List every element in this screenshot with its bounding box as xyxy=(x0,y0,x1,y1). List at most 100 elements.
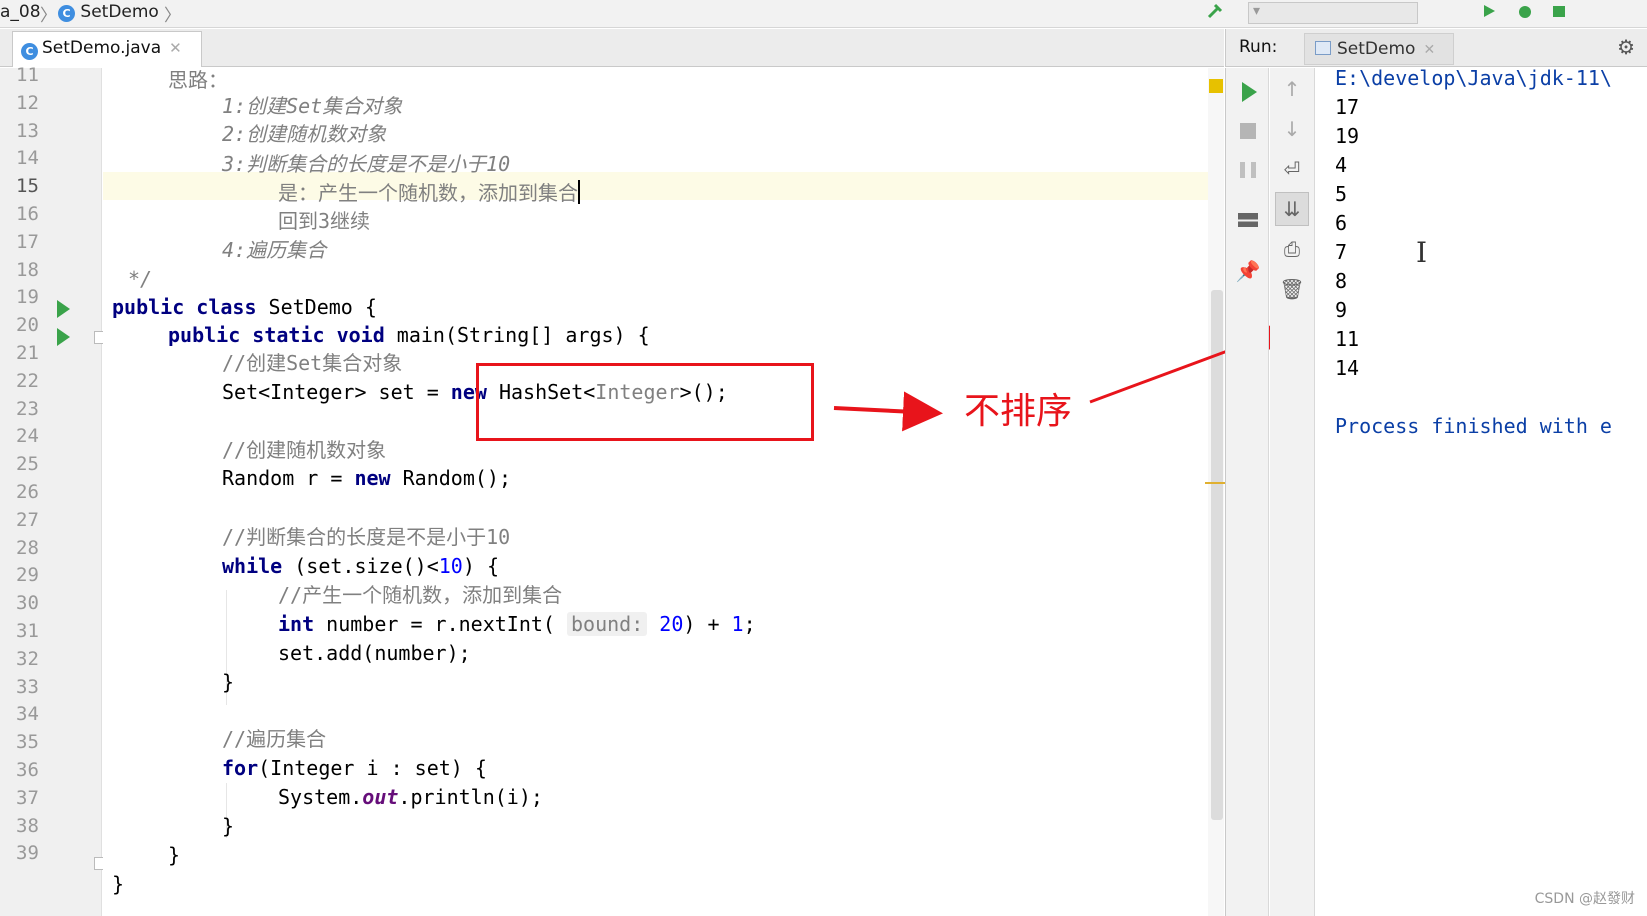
code-line-30: int number = r.nextInt( bound: 20) + 1; xyxy=(278,610,756,638)
line-number: 19 xyxy=(16,286,39,309)
code-text: .println(i); xyxy=(398,785,543,809)
gear-icon[interactable]: ⚙ xyxy=(1617,35,1635,59)
text-caret xyxy=(578,180,580,204)
code-line-12: 1:创建Set集合对象 xyxy=(222,94,403,118)
code-text: SetDemo { xyxy=(256,295,377,319)
run-icon[interactable] xyxy=(1480,2,1498,20)
code-line-11: 思路： xyxy=(168,68,228,92)
console-line: 14 xyxy=(1335,356,1360,380)
layout-icon[interactable] xyxy=(1238,213,1258,227)
keyword: public static void xyxy=(168,323,385,347)
code-text: Random r = xyxy=(222,466,355,490)
line-number: 31 xyxy=(16,620,39,642)
code-line-16: 回到3继续 xyxy=(278,209,371,233)
breadcrumb-module[interactable]: a_08 xyxy=(0,2,41,22)
code-line-21: //创建Set集合对象 xyxy=(222,351,403,375)
editor-tab-bar: C SetDemo.java ✕ xyxy=(0,29,1224,67)
code-line-32: } xyxy=(222,670,235,694)
pin-icon[interactable]: 📌 xyxy=(1233,256,1263,286)
tab-setdemo-java[interactable]: C SetDemo.java ✕ xyxy=(12,31,202,67)
code-line-31: set.add(number); xyxy=(278,641,471,665)
code-text: ; xyxy=(743,612,756,636)
code-text: (set.size()< xyxy=(282,554,439,578)
keyword: for xyxy=(222,756,259,780)
soft-wrap-icon[interactable]: ⏎ xyxy=(1277,154,1307,184)
run-panel-header: Run: SetDemo ✕ ⚙ xyxy=(1225,29,1647,67)
code-text: System. xyxy=(278,785,363,809)
print-icon[interactable]: ⎙ xyxy=(1277,234,1307,264)
rerun-icon[interactable] xyxy=(1242,82,1257,102)
annotation-label: 不排序 xyxy=(964,391,1073,432)
console-line: 9 xyxy=(1335,298,1348,322)
line-number: 17 xyxy=(16,230,39,253)
warning-marker-icon[interactable] xyxy=(1209,79,1223,93)
line-number: 32 xyxy=(16,647,39,670)
line-number: 15 xyxy=(16,175,39,198)
code-text: ) + xyxy=(683,612,732,636)
keyword: new xyxy=(354,466,391,490)
down-arrow-icon[interactable]: ↓ xyxy=(1277,114,1307,144)
debug-icon[interactable] xyxy=(1516,2,1534,20)
up-arrow-icon[interactable]: ↑ xyxy=(1277,74,1307,104)
code-text: 是：产生一个随机数，添加到集合 xyxy=(278,181,578,205)
code-line-17: 4:遍历集合 xyxy=(222,238,327,262)
console-output[interactable] xyxy=(1316,68,1647,916)
text-cursor-icon: I xyxy=(1416,236,1428,269)
code-line-25: Random r = new Random(); xyxy=(222,464,511,492)
line-number: 20 xyxy=(16,314,39,337)
run-main-icon[interactable] xyxy=(57,328,70,346)
static-field: out xyxy=(362,785,399,809)
code-line-39: } xyxy=(112,872,125,896)
console-line: 17 xyxy=(1335,95,1360,119)
navigation-bar: a_08 〉 C SetDemo 〉 ▾ xyxy=(0,0,1647,28)
number-literal: 1 xyxy=(731,612,744,636)
class-icon: C xyxy=(21,43,38,60)
run-config-dropdown[interactable]: ▾ xyxy=(1248,2,1418,24)
console-line: 19 xyxy=(1335,124,1360,148)
number-literal: 10 xyxy=(438,554,463,578)
console-line: Process finished with e xyxy=(1335,414,1612,438)
breadcrumb-separator: 〉 xyxy=(40,6,57,26)
line-number: 28 xyxy=(16,536,39,559)
code-text: ) { xyxy=(462,554,499,578)
console-line: 11 xyxy=(1335,327,1360,351)
console-line: E:\develop\Java\jdk-11\ xyxy=(1335,66,1612,90)
line-number: 14 xyxy=(16,147,39,170)
breadcrumb-file[interactable]: C SetDemo xyxy=(58,2,159,22)
trash-icon[interactable]: 🗑 xyxy=(1277,274,1307,304)
pause-icon[interactable] xyxy=(1240,162,1256,178)
line-number: 23 xyxy=(16,397,39,420)
code-text: number = r.nextInt( xyxy=(314,612,567,636)
line-number: 34 xyxy=(16,703,39,726)
line-number: 24 xyxy=(16,425,39,448)
run-toolbar-primary xyxy=(1225,68,1269,916)
scroll-to-end-icon[interactable]: ⇊ xyxy=(1277,194,1307,224)
code-line-29: //产生一个随机数，添加到集合 xyxy=(278,583,563,607)
code-line-35: for(Integer i : set) { xyxy=(222,754,487,782)
line-number: 29 xyxy=(16,564,39,587)
run-tab-setdemo[interactable]: SetDemo ✕ xyxy=(1304,33,1454,65)
close-icon[interactable]: ✕ xyxy=(1423,42,1435,58)
code-line-14: 3:判断集合的长度是不是小于10 xyxy=(222,152,511,176)
warning-stripe[interactable] xyxy=(1205,482,1225,484)
line-number: 35 xyxy=(16,731,39,754)
breadcrumb-separator: 〉 xyxy=(164,6,181,26)
code-text: (Integer i : set) { xyxy=(258,756,487,780)
code-line-13: 2:创建随机数对象 xyxy=(222,122,387,146)
console-icon xyxy=(1315,41,1331,55)
keyword: int xyxy=(278,612,315,636)
line-number: 12 xyxy=(16,91,39,114)
run-label: Run: xyxy=(1239,37,1278,57)
tab-label: SetDemo.java xyxy=(42,38,162,58)
console-line: 5 xyxy=(1335,182,1348,206)
line-number: 39 xyxy=(16,842,39,865)
coverage-icon[interactable] xyxy=(1550,2,1568,20)
hammer-icon[interactable] xyxy=(1206,2,1224,20)
code-line-37: } xyxy=(222,814,235,838)
editor-scrollbar-thumb[interactable] xyxy=(1211,290,1223,820)
line-number: 36 xyxy=(16,759,39,781)
close-icon[interactable]: ✕ xyxy=(169,39,182,57)
run-class-icon[interactable] xyxy=(57,300,70,318)
stop-icon[interactable] xyxy=(1240,123,1256,139)
line-number: 26 xyxy=(16,481,39,503)
